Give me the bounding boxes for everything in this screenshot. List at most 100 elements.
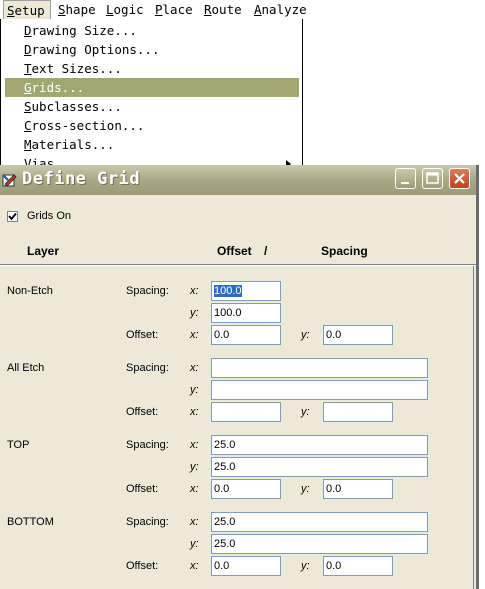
menu-item-drawing-options[interactable]: Drawing Options...	[5, 40, 299, 59]
field-value: 0.0	[326, 483, 342, 495]
checkmark-icon	[8, 212, 17, 221]
header-slash: /	[264, 244, 268, 258]
maximize-button[interactable]	[422, 168, 443, 189]
menu-route-label: Route	[204, 2, 242, 17]
field-value: 0.0	[326, 329, 342, 341]
menu-item-vias[interactable]: Vias	[5, 154, 299, 165]
menu-item-label: Text Sizes...	[24, 61, 122, 76]
bottom-offset-y-field[interactable]: 0.0	[323, 556, 393, 576]
x-label: x:	[190, 329, 199, 341]
menu-analyze[interactable]: Analyze	[251, 0, 310, 19]
grids-on-label: Grids On	[27, 210, 72, 222]
menu-item-cross-section[interactable]: Cross-section...	[5, 116, 299, 135]
define-grid-dialog: Define Grid Grids On Layer Offset / Spac…	[0, 165, 479, 589]
menu-analyze-label: Analyze	[254, 2, 307, 17]
spacing-label: Spacing:	[126, 516, 169, 528]
all-etch-offset-x-field[interactable]	[211, 402, 281, 422]
top-offset-y-field[interactable]: 0.0	[323, 479, 393, 499]
all-etch-spacing-y-field[interactable]	[211, 380, 428, 400]
dialog-title-bar[interactable]: Define Grid	[0, 165, 476, 195]
header-divider	[0, 264, 476, 266]
offset-label: Offset:	[126, 406, 159, 418]
x-label: x:	[190, 516, 199, 528]
field-value: 25.0	[214, 516, 236, 528]
field-value: 0.0	[214, 329, 230, 341]
field-value: 0.0	[326, 560, 342, 572]
setup-dropdown-menu: Drawing Size... Drawing Options... Text …	[0, 19, 303, 165]
bottom-spacing-y-field[interactable]: 25.0	[211, 534, 428, 554]
menu-item-label: Vias	[24, 156, 55, 165]
top-spacing-x-field[interactable]: 25.0	[211, 435, 428, 455]
menu-route[interactable]: Route	[201, 0, 245, 19]
menu-place-label: Place	[155, 2, 193, 17]
layer-name-all-etch: All Etch	[7, 362, 45, 374]
layer-name-bottom: BOTTOM	[7, 516, 54, 528]
menu-setup[interactable]: Setup	[3, 0, 51, 19]
y-label: y:	[301, 560, 310, 572]
bottom-spacing-x-field[interactable]: 25.0	[211, 512, 428, 532]
y-label: y:	[301, 406, 310, 418]
spacing-label: Spacing:	[126, 439, 169, 451]
menu-item-subclasses[interactable]: Subclasses...	[5, 97, 299, 116]
offset-label: Offset:	[126, 329, 159, 341]
close-button[interactable]	[449, 168, 470, 189]
menu-item-label: Subclasses...	[24, 99, 122, 114]
maximize-icon	[426, 172, 439, 184]
menu-place[interactable]: Place	[152, 0, 196, 19]
bottom-offset-x-field[interactable]: 0.0	[211, 556, 281, 576]
x-label: x:	[190, 285, 199, 297]
header-spacing: Spacing	[321, 244, 368, 258]
menu-shape[interactable]: Shape	[55, 0, 99, 19]
all-etch-offset-y-field[interactable]	[323, 402, 393, 422]
non-etch-offset-x-field[interactable]: 0.0	[211, 325, 281, 345]
spacing-label: Spacing:	[126, 362, 169, 374]
background-edge	[478, 0, 485, 165]
x-label: x:	[190, 483, 199, 495]
layer-name-non-etch: Non-Etch	[7, 285, 53, 297]
y-label: y:	[190, 461, 199, 473]
field-value: 0.0	[214, 483, 230, 495]
menu-logic-label: Logic	[106, 2, 144, 17]
offset-label: Offset:	[126, 560, 159, 572]
y-label: y:	[190, 307, 199, 319]
top-spacing-y-field[interactable]: 25.0	[211, 457, 428, 477]
field-value: 25.0	[214, 439, 236, 451]
menu-item-label: Drawing Size...	[24, 23, 137, 38]
x-label: x:	[190, 362, 199, 374]
spacing-label: Spacing:	[126, 285, 169, 297]
y-label: y:	[301, 329, 310, 341]
menu-logic[interactable]: Logic	[103, 0, 147, 19]
non-etch-offset-y-field[interactable]: 0.0	[323, 325, 393, 345]
non-etch-spacing-y-field[interactable]: 100.0	[211, 303, 281, 323]
field-value: 25.0	[214, 538, 236, 550]
minimize-button[interactable]	[395, 168, 416, 189]
grids-on-checkbox[interactable]	[7, 211, 18, 222]
y-label: y:	[190, 384, 199, 396]
non-etch-spacing-x-field[interactable]: 100.0	[211, 281, 281, 301]
menu-item-drawing-size[interactable]: Drawing Size...	[5, 21, 299, 40]
field-value: 100.0	[214, 285, 242, 297]
menu-item-materials[interactable]: Materials...	[5, 135, 299, 154]
menu-shape-label: Shape	[58, 2, 96, 17]
layer-name-top: TOP	[7, 439, 30, 451]
x-label: x:	[190, 406, 199, 418]
menu-bar: Setup Shape Logic Place Route Analyze	[0, 0, 307, 19]
field-value: 100.0	[214, 307, 242, 319]
all-etch-spacing-x-field[interactable]	[211, 358, 428, 378]
y-label: y:	[190, 538, 199, 550]
menu-item-label: Cross-section...	[24, 118, 145, 133]
field-value: 25.0	[214, 461, 236, 473]
top-offset-x-field[interactable]: 0.0	[211, 479, 281, 499]
menu-item-text-sizes[interactable]: Text Sizes...	[5, 59, 299, 78]
menu-item-label: Drawing Options...	[24, 42, 160, 57]
x-label: x:	[190, 560, 199, 572]
content-border	[473, 266, 474, 589]
app-icon	[2, 174, 17, 187]
offset-label: Offset:	[126, 483, 159, 495]
menu-item-grids[interactable]: Grids...	[5, 78, 299, 97]
y-label: y:	[301, 483, 310, 495]
menu-item-label: Materials...	[24, 137, 115, 152]
header-layer: Layer	[27, 244, 60, 258]
dialog-title: Define Grid	[22, 169, 141, 189]
header-offset: Offset	[217, 244, 252, 258]
